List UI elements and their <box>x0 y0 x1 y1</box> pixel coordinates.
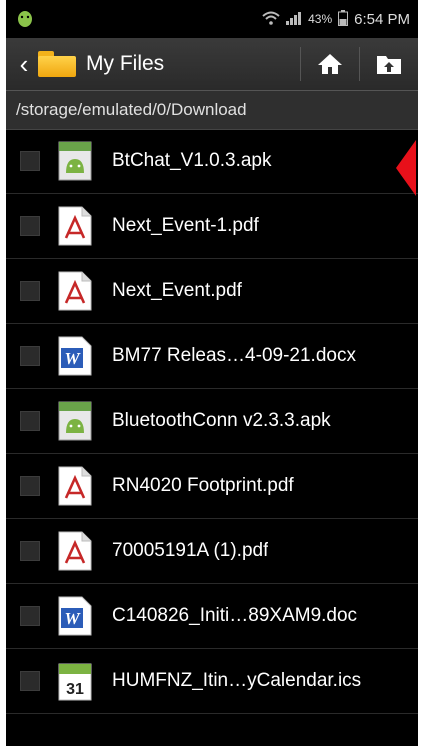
file-name: RN4020 Footprint.pdf <box>112 475 294 496</box>
file-checkbox[interactable] <box>20 606 40 626</box>
file-list: BtChat_V1.0.3.apk Next_Event-1.pdf Next_Ev… <box>6 129 418 714</box>
page-title: My Files <box>86 52 165 75</box>
file-name: Next_Event.pdf <box>112 280 242 301</box>
apk-file-icon <box>58 401 92 441</box>
pdf-file-icon <box>58 466 92 506</box>
battery-icon <box>338 9 349 29</box>
folder-icon <box>38 51 76 77</box>
file-row[interactable]: BluetoothConn v2.3.3.apk <box>6 389 418 454</box>
red-pointer-arrow <box>396 140 416 196</box>
file-row[interactable]: BtChat_V1.0.3.apk <box>6 129 418 194</box>
file-checkbox[interactable] <box>20 216 40 236</box>
file-name: Next_Event-1.pdf <box>112 215 259 236</box>
pdf-file-icon <box>58 271 92 311</box>
file-checkbox[interactable] <box>20 541 40 561</box>
wifi-icon <box>262 11 280 28</box>
file-row[interactable]: Next_Event.pdf <box>6 259 418 324</box>
up-folder-icon <box>377 56 401 74</box>
path-breadcrumb[interactable]: /storage/emulated/0/Download <box>6 91 418 130</box>
file-checkbox[interactable] <box>20 346 40 366</box>
file-checkbox[interactable] <box>20 476 40 496</box>
phone-screen: 43% 6:54 PM ‹ My Files /storage/emulated… <box>6 0 418 746</box>
home-icon <box>318 54 342 74</box>
file-row[interactable]: 70005191A (1).pdf <box>6 519 418 584</box>
file-row[interactable]: 31 HUMFNZ_Itin…yCalendar.ics <box>6 649 418 714</box>
file-name: 70005191A (1).pdf <box>112 540 269 561</box>
file-name: BluetoothConn v2.3.3.apk <box>112 410 331 431</box>
clock: 6:54 PM <box>354 10 410 28</box>
home-button[interactable] <box>301 53 359 75</box>
battery-percent: 43% <box>308 12 333 26</box>
file-checkbox[interactable] <box>20 281 40 301</box>
file-row[interactable]: RN4020 Footprint.pdf <box>6 454 418 519</box>
back-icon[interactable]: ‹ <box>12 49 36 80</box>
apk-file-icon <box>58 141 92 181</box>
parent-folder-button[interactable] <box>360 53 418 75</box>
calendar-day: 31 <box>66 681 84 698</box>
android-icon <box>16 8 34 31</box>
status-indicators: 43% 6:54 PM <box>262 9 410 29</box>
file-name: BM77 Releas…4-09-21.docx <box>112 345 356 366</box>
action-bar: ‹ My Files <box>6 38 418 91</box>
calendar-file-icon: 31 <box>58 661 92 701</box>
pdf-file-icon <box>58 531 92 571</box>
word-file-icon: W <box>58 596 92 636</box>
file-row[interactable]: W BM77 Releas…4-09-21.docx <box>6 324 418 389</box>
svg-text:W: W <box>64 349 81 368</box>
file-checkbox[interactable] <box>20 151 40 171</box>
status-bar: 43% 6:54 PM <box>6 0 418 38</box>
svg-text:W: W <box>64 609 81 628</box>
file-row[interactable]: Next_Event-1.pdf <box>6 194 418 259</box>
pdf-file-icon <box>58 206 92 246</box>
file-name: HUMFNZ_Itin…yCalendar.ics <box>112 670 362 691</box>
word-file-icon: W <box>58 336 92 376</box>
file-name: C140826_Initi…89XAM9.doc <box>112 605 358 626</box>
file-checkbox[interactable] <box>20 411 40 431</box>
file-row[interactable]: W C140826_Initi…89XAM9.doc <box>6 584 418 649</box>
file-name: BtChat_V1.0.3.apk <box>112 150 272 171</box>
signal-icon <box>286 11 302 28</box>
file-checkbox[interactable] <box>20 671 40 691</box>
